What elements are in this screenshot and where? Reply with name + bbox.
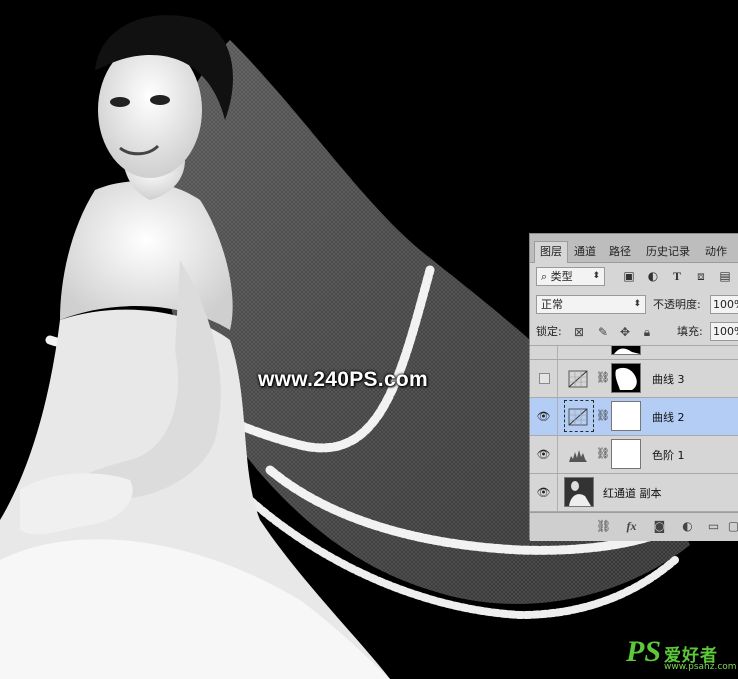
panel-footer: ⛓ fx ◙ ◐ ▭ ▢	[530, 512, 738, 541]
adjustment-filter-icon[interactable]: ◐	[646, 269, 660, 283]
tab-actions[interactable]: 动作	[700, 242, 732, 262]
lock-all-icon[interactable]: 🔒︎	[640, 325, 654, 339]
tab-history[interactable]: 历史记录	[641, 242, 695, 262]
filter-row: ⌕ 类型 ⬍ ▣ ◐ T ⧈ ▤	[530, 265, 738, 291]
blend-mode-select[interactable]: 正常 ⬍	[536, 295, 646, 314]
link-icon[interactable]: ⛓	[596, 371, 610, 384]
levels-adjustment-icon	[569, 450, 587, 462]
layer-row[interactable]: 👁︎ ⛓ 色阶 1	[530, 436, 738, 474]
fill-input[interactable]: 100%	[710, 322, 738, 341]
filter-label: 类型	[550, 270, 573, 283]
layer-name: 曲线 3	[652, 373, 685, 386]
logo-url: www.psahz.com	[664, 662, 737, 672]
fill-label: 填充:	[677, 325, 703, 338]
layer-mask-thumbnail	[611, 363, 641, 393]
link-icon[interactable]: ⛓	[596, 409, 610, 422]
chevron-updown-icon: ⬍	[633, 299, 641, 309]
new-layer-icon[interactable]: ▢	[726, 519, 738, 534]
chevron-updown-icon: ⬍	[592, 271, 600, 281]
layer-name: 曲线 2	[652, 411, 685, 424]
link-icon[interactable]: ⛓	[596, 519, 611, 534]
layer-row[interactable]: ⛓ 曲线 3	[530, 360, 738, 398]
mask-icon[interactable]: ◙	[652, 519, 667, 534]
group-folder-icon[interactable]: ▭	[706, 519, 721, 534]
layer-name: 红通道 副本	[603, 487, 662, 500]
blend-mode-value: 正常	[541, 298, 563, 311]
panel-tabs: 图层 通道 路径 历史记录 动作	[530, 234, 738, 263]
link-icon[interactable]: ⛓	[596, 447, 610, 460]
fx-icon[interactable]: fx	[624, 519, 639, 534]
opacity-input[interactable]: 100%	[710, 295, 738, 314]
tab-layers[interactable]: 图层	[534, 241, 568, 263]
tab-channels[interactable]: 通道	[569, 242, 601, 262]
search-icon: ⌕	[541, 270, 551, 283]
lock-transparency-icon[interactable]: ⊠	[572, 325, 586, 339]
curves-adjustment-icon	[568, 408, 588, 426]
layer-row-partial[interactable]	[530, 346, 738, 360]
site-logo: PS 爱好者 www.psahz.com	[620, 635, 737, 677]
logo-mark: PS	[626, 635, 662, 668]
visibility-toggle-off[interactable]	[539, 373, 550, 384]
blend-row: 正常 ⬍ 不透明度: 100%	[530, 293, 738, 319]
layers-panel: 图层 通道 路径 历史记录 动作 ⌕ 类型 ⬍ ▣ ◐ T ⧈ ▤ 正常 ⬍ 不…	[529, 233, 738, 541]
lock-brush-icon[interactable]: ✎	[596, 325, 610, 339]
eye-icon[interactable]: 👁︎	[536, 447, 551, 462]
watermark-text: www.240PS.com	[258, 368, 429, 391]
layer-image-thumbnail	[564, 477, 594, 507]
opacity-label: 不透明度:	[653, 298, 701, 311]
layer-mask-thumbnail	[611, 401, 641, 431]
type-filter-icon[interactable]: T	[670, 269, 684, 283]
layer-row-selected[interactable]: 👁︎ ⛓ 曲线 2	[530, 398, 738, 436]
lock-label: 锁定:	[536, 325, 562, 338]
adjustment-icon[interactable]: ◐	[680, 519, 695, 534]
tab-paths[interactable]: 路径	[604, 242, 636, 262]
lock-row: 锁定: ⊠ ✎ ✥ 🔒︎ 填充: 100%	[530, 321, 738, 346]
layer-list: ⛓ 曲线 3 👁︎ ⛓ 曲线 2 👁︎ ⛓ 色阶 1 👁︎ 红通道 副本	[530, 346, 738, 512]
eye-icon[interactable]: 👁︎	[536, 485, 551, 500]
lock-position-icon[interactable]: ✥	[618, 325, 632, 339]
image-filter-icon[interactable]: ▣	[622, 269, 636, 283]
layer-mask-thumbnail	[611, 346, 641, 355]
layer-row[interactable]: 👁︎ 红通道 副本	[530, 474, 738, 512]
curves-adjustment-icon	[568, 370, 588, 388]
smart-object-filter-icon[interactable]: ▤	[718, 269, 732, 283]
layer-name: 色阶 1	[652, 449, 685, 462]
shape-filter-icon[interactable]: ⧈	[694, 269, 708, 283]
layer-mask-thumbnail	[611, 439, 641, 469]
eye-icon[interactable]: 👁︎	[536, 409, 551, 424]
layer-filter-select[interactable]: ⌕ 类型 ⬍	[536, 267, 605, 286]
